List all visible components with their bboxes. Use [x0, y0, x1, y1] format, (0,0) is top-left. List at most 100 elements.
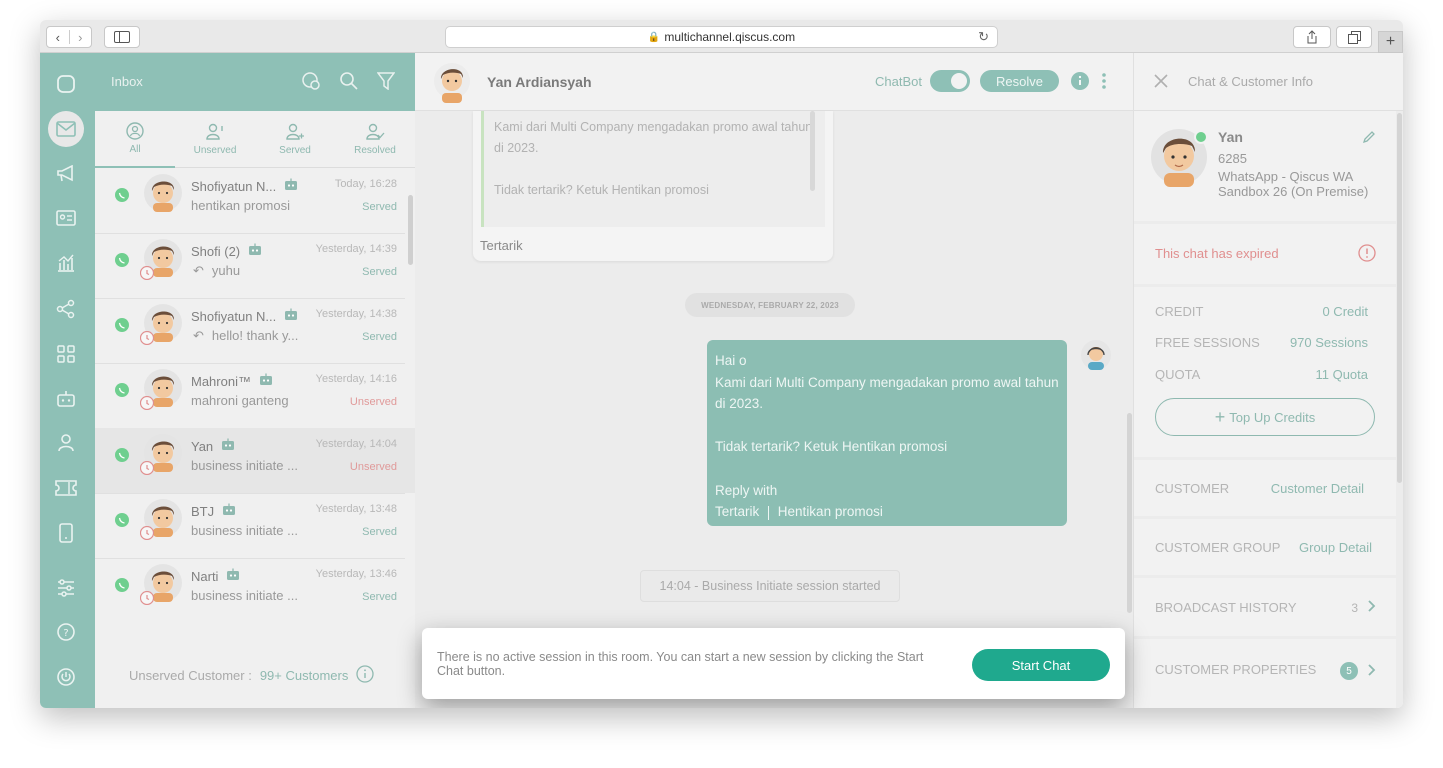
- broadcast-history-section[interactable]: BROADCAST HISTORY 3: [1134, 578, 1396, 636]
- contact-card-icon[interactable]: [52, 204, 80, 232]
- properties-row: CUSTOMER PROPERTIES 5: [1155, 662, 1376, 680]
- conversation-preview: business initiate ...: [191, 458, 298, 473]
- tab-all[interactable]: All: [95, 111, 175, 168]
- chat-header: Yan Ardiansyah ChatBot Resolve: [415, 53, 1133, 111]
- conversation-item[interactable]: Narti Yesterday, 13:46 business initiate .…: [95, 558, 415, 623]
- sidebar-toggle-icon[interactable]: [104, 26, 140, 48]
- more-options-icon[interactable]: [1101, 72, 1107, 95]
- inbox-panel: Inbox All Unserved Served Resolved Shofi…: [95, 53, 415, 708]
- settings-sliders-icon[interactable]: [52, 574, 80, 602]
- expired-clock-icon: [139, 330, 155, 346]
- customer-properties-section[interactable]: CUSTOMER PROPERTIES 5: [1134, 639, 1396, 708]
- info-icon[interactable]: [356, 665, 374, 686]
- reload-icon[interactable]: ↻: [978, 29, 989, 45]
- analytics-chart-icon[interactable]: [52, 249, 80, 277]
- out-line-3: di 2023.: [715, 396, 764, 412]
- close-icon[interactable]: [1154, 74, 1168, 93]
- customer-phone: 6285: [1218, 151, 1247, 166]
- credit-value: 0 Credit: [1322, 304, 1368, 319]
- apps-grid-icon[interactable]: [52, 340, 80, 368]
- conversation-preview: hentikan promosi: [191, 198, 290, 213]
- conversation-item[interactable]: BTJ Yesterday, 13:48 business initiate ...…: [95, 493, 415, 558]
- new-tab-icon[interactable]: +: [1378, 31, 1403, 53]
- whatsapp-icon: [115, 318, 129, 332]
- expired-clock-icon: [139, 265, 155, 281]
- out-line-2: Kami dari Multi Company mengadakan promo…: [715, 374, 1059, 390]
- help-icon[interactable]: ?: [52, 618, 80, 646]
- search-agent-icon[interactable]: [301, 71, 321, 96]
- chat-panel: Yan Ardiansyah ChatBot Resolve Kami dari…: [415, 53, 1133, 708]
- share-icon[interactable]: [1293, 26, 1331, 48]
- quick-reply-option[interactable]: Tertarik: [715, 504, 759, 519]
- conversation-preview-wrap: ↶ hello! thank y...: [191, 328, 298, 344]
- conversation-name: Yan: [191, 438, 214, 454]
- conversation-preview-wrap: hentikan promosi: [191, 198, 290, 213]
- topup-label: Top Up Credits: [1229, 409, 1316, 425]
- whatsapp-icon: [115, 383, 129, 397]
- plus-icon: +: [1214, 406, 1226, 427]
- conversation-name-wrap: Shofiyatun N...: [191, 308, 298, 324]
- customer-detail-link[interactable]: Customer Detail: [1271, 481, 1364, 496]
- conversation-item[interactable]: Shofiyatun N... Today, 16:28 hentikan prom…: [95, 168, 415, 233]
- tab-unserved[interactable]: Unserved: [175, 111, 255, 168]
- reply-arrow-icon: ↶: [193, 328, 204, 343]
- conversation-time: Yesterday, 13:48: [315, 503, 397, 515]
- power-icon[interactable]: [52, 663, 80, 691]
- quoted-message[interactable]: Kami dari Multi Company mengadakan promo…: [481, 111, 825, 227]
- group-detail-link[interactable]: Group Detail: [1299, 540, 1372, 555]
- conversation-name-wrap: BTJ: [191, 503, 236, 519]
- expired-clock-icon: [139, 395, 155, 411]
- conversation-status: Served: [362, 591, 397, 603]
- warning-icon: [1358, 244, 1376, 267]
- conversation-item[interactable]: Shofiyatun N... Yesterday, 14:38 ↶ hello! t…: [95, 298, 415, 363]
- chat-scrollbar[interactable]: [1127, 413, 1132, 613]
- inbox-scrollbar[interactable]: [408, 195, 413, 265]
- conversation-name: Shofi (2): [191, 243, 241, 259]
- search-icon[interactable]: [339, 71, 359, 96]
- sessions-label: FREE SESSIONS: [1155, 335, 1260, 350]
- quote-scrollbar[interactable]: [810, 111, 815, 191]
- broadcast-count: 3: [1351, 600, 1358, 615]
- broadcast-label: BROADCAST HISTORY: [1155, 600, 1297, 615]
- quota-label: QUOTA: [1155, 367, 1201, 382]
- chat-info-icon[interactable]: [1071, 72, 1089, 95]
- tab-resolved[interactable]: Resolved: [335, 111, 415, 168]
- conversation-name: BTJ: [191, 503, 215, 519]
- info-scrollbar[interactable]: [1397, 113, 1402, 483]
- system-message: 14:04 - Business Initiate session starte…: [640, 570, 900, 602]
- topup-credits-button[interactable]: + Top Up Credits: [1155, 398, 1375, 436]
- inbox-mail-icon[interactable]: [48, 111, 84, 147]
- tabs-icon[interactable]: [1336, 26, 1372, 48]
- edit-icon[interactable]: [1362, 130, 1376, 149]
- conversation-name-wrap: Shofiyatun N...: [191, 178, 298, 194]
- filter-icon[interactable]: [376, 72, 396, 95]
- conversation-item[interactable]: Mahroni™ Yesterday, 14:16 mahroni ganteng U…: [95, 363, 415, 428]
- conversation-item[interactable]: Shofi (2) Yesterday, 14:39 ↶ yuhu Served: [95, 233, 415, 298]
- unserved-count[interactable]: 99+ Customers: [260, 668, 349, 683]
- conversation-preview: business initiate ...: [191, 588, 298, 603]
- chat-bubble-icon[interactable]: [52, 70, 80, 98]
- forward-icon[interactable]: ›: [70, 30, 92, 45]
- back-icon[interactable]: ‹: [47, 30, 69, 45]
- ticket-icon[interactable]: [52, 474, 80, 502]
- megaphone-icon[interactable]: [52, 160, 80, 188]
- conversation-item[interactable]: Yan Yesterday, 14:04 business initiate ...…: [95, 428, 415, 493]
- quick-reply-option[interactable]: Hentikan promosi: [778, 504, 883, 519]
- agent-user-icon[interactable]: [52, 429, 80, 457]
- mobile-device-icon[interactable]: [52, 519, 80, 547]
- tab-served-label: Served: [279, 145, 311, 156]
- svg-text:?: ?: [63, 628, 68, 639]
- chatbot-toggle[interactable]: [930, 70, 970, 92]
- tab-served[interactable]: Served: [255, 111, 335, 168]
- conversation-preview: business initiate ...: [191, 523, 298, 538]
- conversation-time: Yesterday, 14:39: [315, 243, 397, 255]
- resolve-button[interactable]: Resolve: [980, 70, 1059, 92]
- address-bar[interactable]: 🔒 multichannel.qiscus.com ↻: [445, 26, 998, 48]
- start-chat-button[interactable]: Start Chat: [972, 649, 1110, 681]
- bot-icon[interactable]: [52, 385, 80, 413]
- nav-buttons: ‹ ›: [46, 26, 92, 48]
- integration-share-icon[interactable]: [52, 295, 80, 323]
- conversation-preview-wrap: business initiate ...: [191, 588, 298, 603]
- bot-icon: [226, 568, 240, 584]
- bot-icon: [284, 308, 298, 324]
